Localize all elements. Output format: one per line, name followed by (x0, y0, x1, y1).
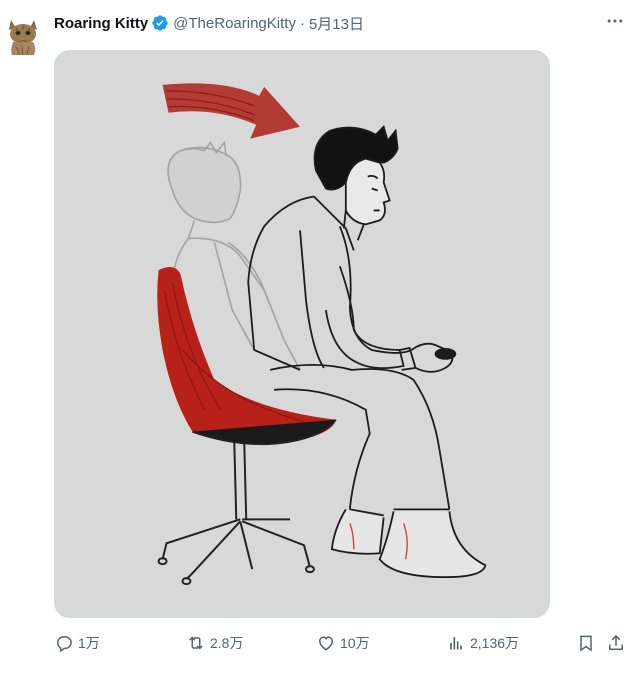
like-icon (318, 636, 334, 651)
reply-button[interactable]: 1万 (54, 630, 100, 656)
tweet-header: Roaring Kitty @TheRoaringKitty · 5月13日 (54, 12, 364, 34)
retweet-icon (189, 636, 203, 650)
verified-badge-icon (151, 14, 169, 32)
views-button[interactable]: 2,136万 (446, 630, 519, 656)
like-count: 10万 (340, 635, 370, 651)
retweet-count: 2.8万 (210, 635, 244, 651)
tweet-action-bar: 1万 2.8万 10万 2,136万 (54, 630, 630, 656)
separator-dot: · (299, 14, 305, 32)
more-icon[interactable] (604, 10, 626, 32)
display-name[interactable]: Roaring Kitty (54, 15, 148, 32)
bookmark-button[interactable] (576, 630, 600, 656)
share-button[interactable] (606, 630, 630, 656)
reply-count: 1万 (78, 635, 100, 651)
avatar[interactable] (4, 14, 42, 56)
view-count: 2,136万 (470, 635, 520, 651)
like-button[interactable]: 10万 (316, 630, 370, 656)
tweet-media-image[interactable] (54, 50, 550, 618)
tweet-date[interactable]: 5月13日 (309, 13, 364, 34)
retweet-button[interactable]: 2.8万 (186, 630, 243, 656)
cat-avatar-image (4, 14, 42, 56)
reply-icon (56, 636, 72, 653)
user-handle[interactable]: @TheRoaringKitty (173, 15, 296, 32)
bookmark-icon (580, 635, 592, 652)
views-icon (450, 637, 462, 650)
share-icon (609, 634, 623, 650)
